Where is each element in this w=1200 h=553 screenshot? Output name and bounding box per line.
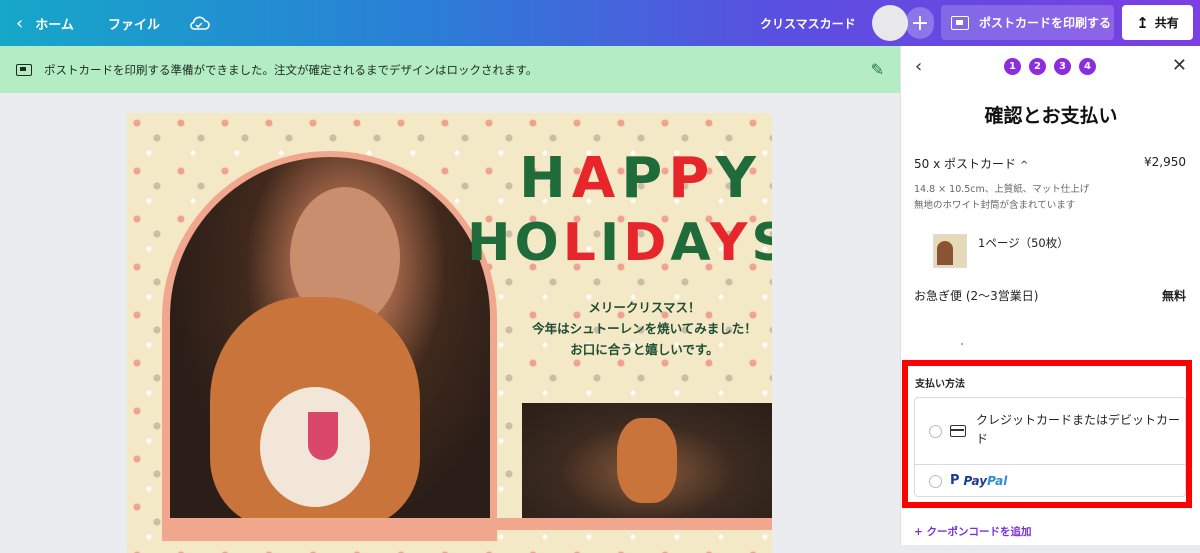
- share-label: 共有: [1154, 16, 1179, 30]
- payment-method-label: 支払い方法: [915, 379, 965, 390]
- order-price: ¥2,950: [1144, 155, 1186, 169]
- postcard-icon: [16, 63, 32, 76]
- step-indicator: 1 2 3 4: [1004, 58, 1096, 75]
- happy-heading[interactable]: HAPPY: [519, 149, 762, 209]
- heading-letter: Y: [715, 146, 762, 211]
- avatar[interactable]: [872, 5, 908, 41]
- page-count: 1ページ（50枚）: [978, 236, 1069, 250]
- home-button[interactable]: ‹ ホーム: [16, 0, 74, 46]
- greeting-text[interactable]: メリークリスマス！ 今年はシュトーレンを焼いてみました！ お口に合うと嬉しいです…: [517, 297, 772, 360]
- step-2[interactable]: 2: [1029, 58, 1046, 75]
- add-collaborator-button[interactable]: +: [906, 7, 934, 39]
- notice-text: ポストカードを印刷する準備ができました。注文が確定されるまでデザインはロックされ…: [44, 62, 538, 77]
- greeting-line: メリークリスマス！: [588, 300, 701, 315]
- share-button[interactable]: ↥ 共有: [1122, 5, 1193, 40]
- paypal-pal-text: Pal: [987, 473, 1008, 488]
- heading-letter: H: [467, 213, 515, 273]
- order-item-label: 50 x ポストカード: [914, 157, 1017, 171]
- spec-line: 無地のホワイト封筒が含まれています: [914, 200, 1076, 211]
- print-ready-notice: ポストカードを印刷する準備ができました。注文が確定されるまでデザインはロックされ…: [0, 46, 900, 93]
- close-icon[interactable]: ✕: [1172, 55, 1187, 76]
- design-canvas[interactable]: HAPPY HOLIDAYS メリークリスマス！ 今年はシュトーレンを焼いてみま…: [0, 93, 900, 553]
- checkout-panel: ‹ 1 2 3 4 ✕ 確認とお支払い 50 x ポストカード ^ ¥2,950 …: [900, 46, 1200, 545]
- payment-method-highlight: 支払い方法 クレジットカードまたはデビットカード P Pay Pal: [902, 360, 1192, 508]
- chevron-left-icon: ‹: [16, 12, 24, 34]
- radio-card[interactable]: [929, 425, 942, 438]
- credit-card-icon: [950, 425, 966, 437]
- home-label: ホーム: [35, 17, 74, 33]
- shiba-dog-small: [617, 418, 677, 503]
- heading-letter: H: [519, 146, 572, 211]
- print-postcard-button[interactable]: ポストカードを印刷する: [941, 5, 1114, 40]
- payment-options: クレジットカードまたはデビットカード P Pay Pal: [914, 397, 1186, 497]
- step-1[interactable]: 1: [1004, 58, 1021, 75]
- heading-letter: O: [514, 213, 563, 273]
- document-title[interactable]: クリスマスカード: [760, 0, 856, 46]
- cloud-sync-icon[interactable]: [188, 0, 210, 46]
- step-3[interactable]: 3: [1054, 58, 1071, 75]
- main-photo[interactable]: [170, 157, 490, 527]
- radio-paypal[interactable]: [929, 475, 942, 488]
- shipping-option: お急ぎ便 (2〜3営業日): [914, 289, 1039, 303]
- heading-letter: A: [571, 146, 622, 211]
- postcard-design[interactable]: HAPPY HOLIDAYS メリークリスマス！ 今年はシュトーレンを焼いてみま…: [127, 113, 772, 553]
- payment-option-card[interactable]: クレジットカードまたはデビットカード: [915, 398, 1185, 465]
- dog-tongue: [308, 412, 338, 460]
- heading-letter: Y: [709, 213, 752, 273]
- paypal-icon: P: [950, 473, 960, 488]
- paypal-pay-text: Pay: [963, 473, 988, 488]
- panel-header: ‹ 1 2 3 4 ✕: [901, 46, 1200, 88]
- panel-title: 確認とお支払い: [984, 105, 1118, 127]
- postcard-icon: [951, 15, 969, 30]
- print-postcard-label: ポストカードを印刷する: [979, 16, 1112, 30]
- pencil-icon[interactable]: ✎: [871, 60, 884, 79]
- share-icon: ↥: [1136, 13, 1149, 32]
- shipping-fee: 無料: [1161, 289, 1186, 303]
- order-spec: 14.8 × 10.5cm、上質紙、マット仕上げ 無地のホワイト封筒が含まれてい…: [914, 182, 1089, 214]
- paypal-logo: P Pay Pal: [950, 473, 1007, 488]
- order-item-toggle[interactable]: 50 x ポストカード ^: [914, 155, 1028, 172]
- design-thumbnail: [933, 234, 967, 268]
- divider-dot: [961, 343, 963, 345]
- back-icon[interactable]: ‹: [915, 56, 922, 77]
- heading-letter: L: [562, 213, 600, 273]
- heading-letter: I: [599, 213, 624, 273]
- heading-letter: P: [621, 146, 669, 211]
- greeting-line: 今年はシュトーレンを焼いてみました！: [532, 321, 757, 336]
- file-menu-button[interactable]: ファイル: [108, 0, 160, 46]
- holidays-heading[interactable]: HOLIDAYS: [467, 213, 772, 273]
- spec-line: 14.8 × 10.5cm、上質紙、マット仕上げ: [914, 184, 1090, 195]
- bottom-strip: [162, 518, 772, 530]
- secondary-photo[interactable]: [522, 403, 772, 518]
- step-4[interactable]: 4: [1079, 58, 1096, 75]
- greeting-line: お口に合うと嬉しいです。: [570, 342, 719, 357]
- chevron-up-icon: ^: [1020, 160, 1029, 171]
- top-bar: ‹ ホーム ファイル クリスマスカード + ポストカードを印刷する ↥ 共有: [0, 0, 1200, 46]
- payment-option-paypal[interactable]: P Pay Pal: [915, 465, 1185, 496]
- heading-letter: S: [751, 213, 772, 273]
- heading-letter: D: [623, 213, 671, 273]
- add-coupon-link[interactable]: + クーポンコードを追加: [914, 524, 1031, 539]
- card-option-label: クレジットカードまたはデビットカード: [976, 413, 1181, 446]
- heading-letter: P: [668, 146, 716, 211]
- heading-letter: A: [670, 213, 710, 273]
